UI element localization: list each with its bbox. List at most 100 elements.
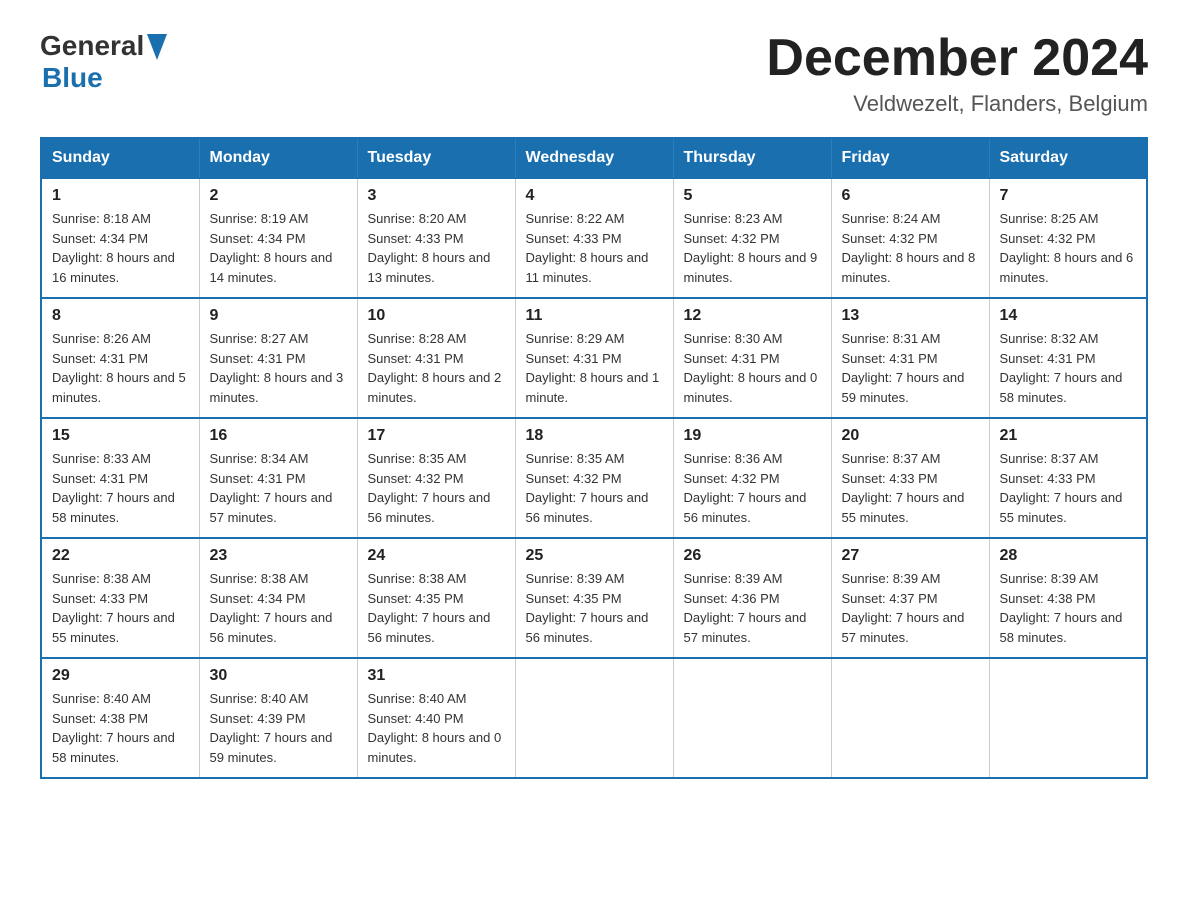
day-info: Sunrise: 8:38 AMSunset: 4:34 PMDaylight:… (210, 571, 333, 645)
day-info: Sunrise: 8:27 AMSunset: 4:31 PMDaylight:… (210, 331, 344, 405)
day-number: 7 (1000, 187, 1137, 205)
calendar-cell: 15 Sunrise: 8:33 AMSunset: 4:31 PMDaylig… (41, 418, 199, 538)
calendar-cell: 7 Sunrise: 8:25 AMSunset: 4:32 PMDayligh… (989, 178, 1147, 298)
day-info: Sunrise: 8:39 AMSunset: 4:35 PMDaylight:… (526, 571, 649, 645)
day-number: 15 (52, 427, 189, 445)
logo-blue-text: Blue (40, 62, 167, 94)
calendar-cell: 11 Sunrise: 8:29 AMSunset: 4:31 PMDaylig… (515, 298, 673, 418)
calendar-cell: 16 Sunrise: 8:34 AMSunset: 4:31 PMDaylig… (199, 418, 357, 538)
calendar-cell: 21 Sunrise: 8:37 AMSunset: 4:33 PMDaylig… (989, 418, 1147, 538)
day-info: Sunrise: 8:40 AMSunset: 4:38 PMDaylight:… (52, 691, 175, 765)
calendar-cell (989, 658, 1147, 778)
day-number: 24 (368, 547, 505, 565)
day-info: Sunrise: 8:39 AMSunset: 4:36 PMDaylight:… (684, 571, 807, 645)
day-info: Sunrise: 8:31 AMSunset: 4:31 PMDaylight:… (842, 331, 965, 405)
day-number: 17 (368, 427, 505, 445)
calendar-week-row: 15 Sunrise: 8:33 AMSunset: 4:31 PMDaylig… (41, 418, 1147, 538)
day-number: 31 (368, 667, 505, 685)
day-number: 20 (842, 427, 979, 445)
calendar-week-row: 8 Sunrise: 8:26 AMSunset: 4:31 PMDayligh… (41, 298, 1147, 418)
day-info: Sunrise: 8:39 AMSunset: 4:37 PMDaylight:… (842, 571, 965, 645)
day-number: 19 (684, 427, 821, 445)
calendar-cell: 1 Sunrise: 8:18 AMSunset: 4:34 PMDayligh… (41, 178, 199, 298)
day-info: Sunrise: 8:40 AMSunset: 4:39 PMDaylight:… (210, 691, 333, 765)
day-number: 26 (684, 547, 821, 565)
calendar-cell: 26 Sunrise: 8:39 AMSunset: 4:36 PMDaylig… (673, 538, 831, 658)
day-info: Sunrise: 8:33 AMSunset: 4:31 PMDaylight:… (52, 451, 175, 525)
calendar-cell: 3 Sunrise: 8:20 AMSunset: 4:33 PMDayligh… (357, 178, 515, 298)
day-info: Sunrise: 8:20 AMSunset: 4:33 PMDaylight:… (368, 211, 491, 285)
day-info: Sunrise: 8:18 AMSunset: 4:34 PMDaylight:… (52, 211, 175, 285)
day-number: 1 (52, 187, 189, 205)
day-number: 25 (526, 547, 663, 565)
day-number: 18 (526, 427, 663, 445)
column-header-friday: Friday (831, 138, 989, 178)
day-info: Sunrise: 8:24 AMSunset: 4:32 PMDaylight:… (842, 211, 976, 285)
day-number: 27 (842, 547, 979, 565)
day-number: 30 (210, 667, 347, 685)
calendar-cell: 8 Sunrise: 8:26 AMSunset: 4:31 PMDayligh… (41, 298, 199, 418)
calendar-cell: 29 Sunrise: 8:40 AMSunset: 4:38 PMDaylig… (41, 658, 199, 778)
location-title: Veldwezelt, Flanders, Belgium (766, 91, 1148, 117)
column-header-wednesday: Wednesday (515, 138, 673, 178)
calendar-cell: 23 Sunrise: 8:38 AMSunset: 4:34 PMDaylig… (199, 538, 357, 658)
column-header-thursday: Thursday (673, 138, 831, 178)
day-info: Sunrise: 8:37 AMSunset: 4:33 PMDaylight:… (842, 451, 965, 525)
day-info: Sunrise: 8:32 AMSunset: 4:31 PMDaylight:… (1000, 331, 1123, 405)
day-info: Sunrise: 8:34 AMSunset: 4:31 PMDaylight:… (210, 451, 333, 525)
column-header-tuesday: Tuesday (357, 138, 515, 178)
calendar-week-row: 1 Sunrise: 8:18 AMSunset: 4:34 PMDayligh… (41, 178, 1147, 298)
day-info: Sunrise: 8:25 AMSunset: 4:32 PMDaylight:… (1000, 211, 1134, 285)
calendar-cell: 17 Sunrise: 8:35 AMSunset: 4:32 PMDaylig… (357, 418, 515, 538)
logo-general-text: General (40, 30, 144, 62)
page-header: General Blue December 2024 Veldwezelt, F… (40, 30, 1148, 117)
calendar-cell: 22 Sunrise: 8:38 AMSunset: 4:33 PMDaylig… (41, 538, 199, 658)
day-number: 11 (526, 307, 663, 325)
day-number: 14 (1000, 307, 1137, 325)
day-number: 10 (368, 307, 505, 325)
calendar-week-row: 29 Sunrise: 8:40 AMSunset: 4:38 PMDaylig… (41, 658, 1147, 778)
day-info: Sunrise: 8:35 AMSunset: 4:32 PMDaylight:… (526, 451, 649, 525)
day-info: Sunrise: 8:39 AMSunset: 4:38 PMDaylight:… (1000, 571, 1123, 645)
calendar-cell: 24 Sunrise: 8:38 AMSunset: 4:35 PMDaylig… (357, 538, 515, 658)
day-number: 28 (1000, 547, 1137, 565)
day-number: 4 (526, 187, 663, 205)
day-info: Sunrise: 8:36 AMSunset: 4:32 PMDaylight:… (684, 451, 807, 525)
calendar-cell (831, 658, 989, 778)
calendar-cell (673, 658, 831, 778)
day-info: Sunrise: 8:28 AMSunset: 4:31 PMDaylight:… (368, 331, 502, 405)
day-number: 2 (210, 187, 347, 205)
calendar-cell (515, 658, 673, 778)
day-info: Sunrise: 8:35 AMSunset: 4:32 PMDaylight:… (368, 451, 491, 525)
column-header-saturday: Saturday (989, 138, 1147, 178)
day-number: 8 (52, 307, 189, 325)
day-info: Sunrise: 8:40 AMSunset: 4:40 PMDaylight:… (368, 691, 502, 765)
day-number: 6 (842, 187, 979, 205)
day-number: 23 (210, 547, 347, 565)
calendar-table: SundayMondayTuesdayWednesdayThursdayFrid… (40, 137, 1148, 779)
month-title: December 2024 (766, 30, 1148, 87)
calendar-cell: 25 Sunrise: 8:39 AMSunset: 4:35 PMDaylig… (515, 538, 673, 658)
calendar-cell: 27 Sunrise: 8:39 AMSunset: 4:37 PMDaylig… (831, 538, 989, 658)
calendar-cell: 2 Sunrise: 8:19 AMSunset: 4:34 PMDayligh… (199, 178, 357, 298)
calendar-cell: 10 Sunrise: 8:28 AMSunset: 4:31 PMDaylig… (357, 298, 515, 418)
calendar-cell: 20 Sunrise: 8:37 AMSunset: 4:33 PMDaylig… (831, 418, 989, 538)
calendar-cell: 19 Sunrise: 8:36 AMSunset: 4:32 PMDaylig… (673, 418, 831, 538)
day-info: Sunrise: 8:29 AMSunset: 4:31 PMDaylight:… (526, 331, 660, 405)
day-info: Sunrise: 8:38 AMSunset: 4:35 PMDaylight:… (368, 571, 491, 645)
calendar-cell: 4 Sunrise: 8:22 AMSunset: 4:33 PMDayligh… (515, 178, 673, 298)
day-number: 12 (684, 307, 821, 325)
calendar-cell: 5 Sunrise: 8:23 AMSunset: 4:32 PMDayligh… (673, 178, 831, 298)
day-info: Sunrise: 8:37 AMSunset: 4:33 PMDaylight:… (1000, 451, 1123, 525)
day-number: 9 (210, 307, 347, 325)
day-info: Sunrise: 8:23 AMSunset: 4:32 PMDaylight:… (684, 211, 818, 285)
calendar-cell: 30 Sunrise: 8:40 AMSunset: 4:39 PMDaylig… (199, 658, 357, 778)
calendar-week-row: 22 Sunrise: 8:38 AMSunset: 4:33 PMDaylig… (41, 538, 1147, 658)
day-number: 5 (684, 187, 821, 205)
logo: General Blue (40, 30, 167, 94)
calendar-cell: 13 Sunrise: 8:31 AMSunset: 4:31 PMDaylig… (831, 298, 989, 418)
day-info: Sunrise: 8:38 AMSunset: 4:33 PMDaylight:… (52, 571, 175, 645)
day-number: 16 (210, 427, 347, 445)
day-number: 22 (52, 547, 189, 565)
day-number: 21 (1000, 427, 1137, 445)
